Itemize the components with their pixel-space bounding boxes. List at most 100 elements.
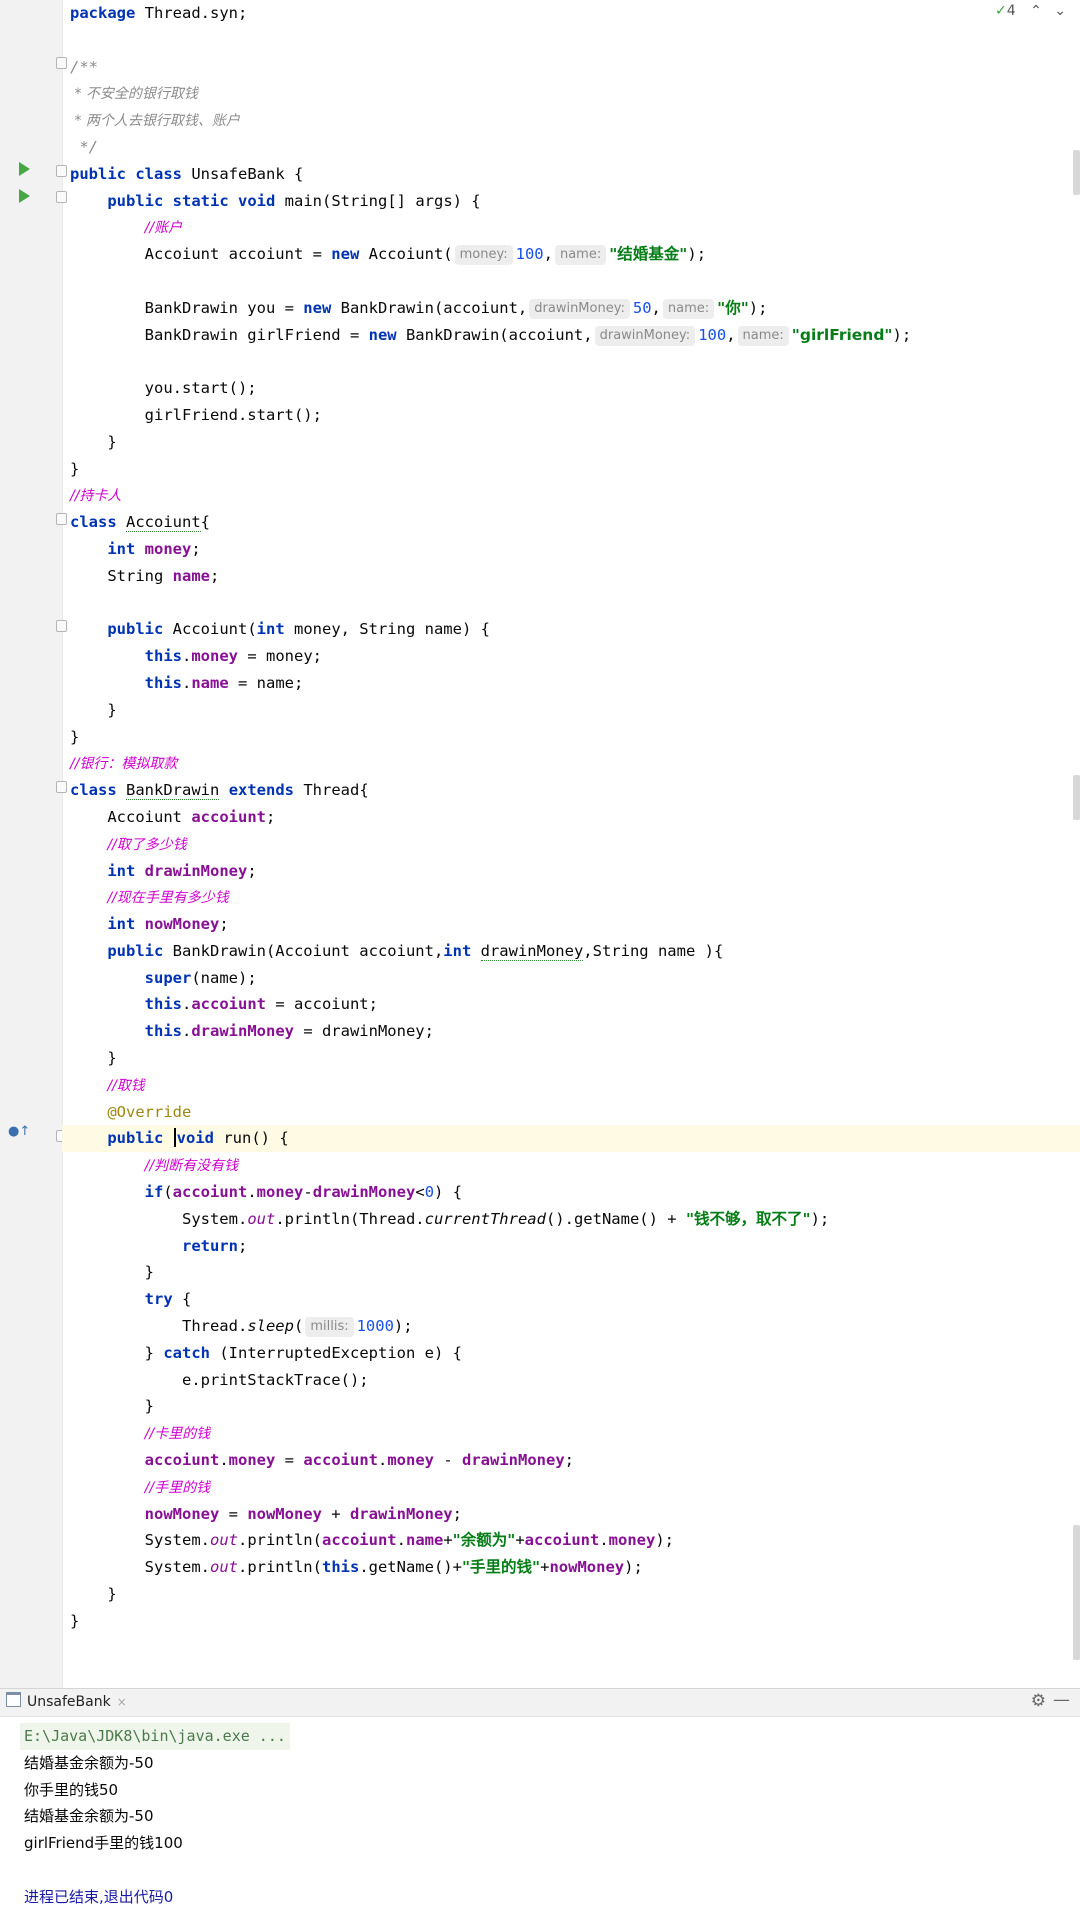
code-editor[interactable]: ●↑ ✓4 ⌃ ⌄ package Thread.syn; /** * 不安全的… xyxy=(0,0,1080,1688)
code-line: BankDrawin you = new BankDrawin(accoiunt… xyxy=(144,298,768,319)
current-code-line[interactable]: public void run() { xyxy=(62,1125,1080,1153)
code-line: //持卡人 xyxy=(70,488,122,505)
code-line: class BankDrawin extends Thread{ xyxy=(70,781,369,801)
code-line: return; xyxy=(181,1236,248,1255)
code-line: public Accoiunt(int money, String name) … xyxy=(107,620,490,639)
code-line: } xyxy=(70,727,80,746)
minimize-icon[interactable]: — xyxy=(1053,1690,1070,1710)
run-class-icon[interactable] xyxy=(19,162,30,176)
run-tab-bar: UnsafeBank × ⚙ — xyxy=(0,1689,1080,1717)
code-line: } xyxy=(107,1049,117,1068)
scroll-marker xyxy=(1073,150,1080,195)
run-main-icon[interactable] xyxy=(19,189,30,203)
code-line: } xyxy=(107,700,117,719)
code-line: } xyxy=(144,1397,154,1416)
code-line: //手里的钱 xyxy=(144,1479,211,1496)
code-line: if(accoiunt.money-drawinMoney<0) { xyxy=(144,1183,463,1202)
fold-icon[interactable] xyxy=(56,191,67,203)
code-line: this.drawinMoney = drawinMoney; xyxy=(144,1022,434,1041)
scroll-marker xyxy=(1073,775,1080,820)
close-icon[interactable]: × xyxy=(117,1695,127,1709)
code-line: girlFriend.start(); xyxy=(144,405,322,424)
code-line: you.start(); xyxy=(144,379,257,398)
code-line: } xyxy=(107,1585,117,1604)
console-line: girlFriend手里的钱100 xyxy=(24,1834,183,1853)
code-line: BankDrawin girlFriend = new BankDrawin(a… xyxy=(144,325,912,346)
code-content[interactable]: package Thread.syn; /** * 不安全的银行取钱 * 两个人… xyxy=(62,0,1080,1635)
console-icon xyxy=(6,1692,21,1707)
text-caret xyxy=(173,1128,176,1148)
param-hint: money: xyxy=(454,245,513,266)
code-line: super(name); xyxy=(144,968,257,987)
code-line: System.out.println(this.getName()+"手里的钱"… xyxy=(144,1558,643,1577)
console-line: 结婚基金余额为-50 xyxy=(24,1807,154,1826)
code-line: public static void main(String[] args) { xyxy=(107,191,481,210)
code-line: } xyxy=(144,1263,154,1282)
code-line: //取了多少钱 xyxy=(107,836,187,853)
console-command-line[interactable]: E:\Java\JDK8\bin\java.exe ... xyxy=(20,1723,290,1750)
code-line: package Thread.syn; xyxy=(70,4,248,22)
code-line: //卡里的钱 xyxy=(144,1426,211,1443)
fold-icon[interactable] xyxy=(56,57,67,69)
run-tab-unsafebank[interactable]: UnsafeBank × xyxy=(6,1689,127,1716)
code-line: * 不安全的银行取钱 xyxy=(70,86,198,103)
code-line: try { xyxy=(144,1290,192,1309)
run-tool-window: UnsafeBank × ⚙ — E:\Java\JDK8\bin\java.ex… xyxy=(0,1688,1080,1924)
code-line: int drawinMoney; xyxy=(107,861,257,880)
override-marker-icon[interactable]: ●↑ xyxy=(8,1124,30,1139)
param-hint: name: xyxy=(737,325,789,346)
code-line: int money; xyxy=(107,539,201,558)
code-line: nowMoney = nowMoney + drawinMoney; xyxy=(144,1504,462,1523)
code-line: int nowMoney; xyxy=(107,915,229,934)
param-hint: millis: xyxy=(305,1317,354,1338)
console-output[interactable]: E:\Java\JDK8\bin\java.exe ... 结婚基金余额为-50… xyxy=(20,1723,290,1911)
code-line: System.out.println(Thread.currentThread(… xyxy=(181,1209,830,1228)
code-line: Thread.sleep(millis: 1000); xyxy=(181,1317,413,1338)
code-line: } xyxy=(107,432,117,451)
code-line: this.accoiunt = accoiunt; xyxy=(144,995,378,1014)
code-line: @Override xyxy=(107,1102,192,1121)
param-hint: name: xyxy=(554,245,607,266)
code-line: Accoiunt accoiunt; xyxy=(107,807,276,826)
code-line: //银行：模拟取款 xyxy=(70,756,178,773)
editor-gutter xyxy=(0,0,63,1688)
fold-icon[interactable] xyxy=(56,620,67,632)
console-line: 你手里的钱50 xyxy=(24,1780,119,1799)
param-hint: name: xyxy=(662,298,715,319)
run-tab-label: UnsafeBank xyxy=(27,1694,111,1710)
fold-icon[interactable] xyxy=(56,165,67,177)
code-line: public class UnsafeBank { xyxy=(70,164,304,183)
code-line: String name; xyxy=(107,566,220,585)
code-line: accoiunt.money = accoiunt.money - drawin… xyxy=(144,1451,574,1470)
code-line: class Accoiunt{ xyxy=(70,513,211,533)
console-exit-line: 进程已结束,退出代码0 xyxy=(24,1887,174,1906)
console-line: 结婚基金余额为-50 xyxy=(24,1753,154,1772)
code-line: this.name = name; xyxy=(144,673,304,692)
code-line: */ xyxy=(70,137,98,156)
code-line: /** xyxy=(70,57,98,76)
code-line: e.printStackTrace(); xyxy=(181,1370,369,1389)
editor-scrollbar[interactable] xyxy=(1073,0,1080,1688)
code-line: this.money = money; xyxy=(144,647,322,666)
code-line: } xyxy=(70,459,80,478)
code-line: //现在手里有多少钱 xyxy=(107,890,229,907)
param-hint: drawinMoney: xyxy=(594,325,696,346)
code-line: //取钱 xyxy=(107,1077,145,1094)
scroll-thumb[interactable] xyxy=(1073,1525,1080,1660)
gear-icon[interactable]: ⚙ xyxy=(1031,1691,1046,1711)
fold-icon[interactable] xyxy=(56,781,67,793)
code-line: * 两个人去银行取钱、账户 xyxy=(70,113,240,130)
param-hint: drawinMoney: xyxy=(529,298,630,319)
code-line: System.out.println(accoiunt.name+"余额为"+a… xyxy=(144,1531,674,1550)
code-line: } catch (InterruptedException e) { xyxy=(144,1343,462,1362)
code-line: //账户 xyxy=(144,220,183,237)
fold-icon[interactable] xyxy=(56,513,67,525)
code-line: public BankDrawin(Accoiunt accoiunt,int … xyxy=(107,941,724,961)
code-line: Accoiunt accoiunt = new Accoiunt(money: 1… xyxy=(144,245,707,266)
code-line: } xyxy=(70,1611,80,1630)
